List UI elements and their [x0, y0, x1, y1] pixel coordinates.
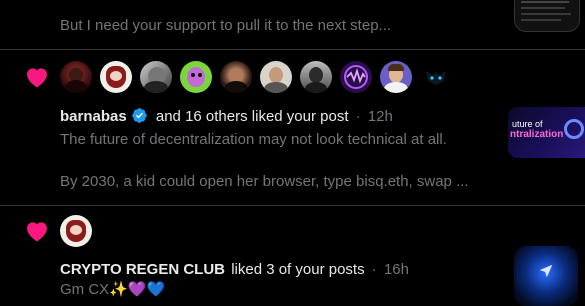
verified-badge-icon: [131, 108, 147, 123]
avatar[interactable]: [380, 61, 412, 93]
avatar[interactable]: [180, 61, 212, 93]
post-thumbnail[interactable]: [514, 0, 580, 32]
avatar[interactable]: [420, 61, 452, 93]
divider: [0, 49, 585, 50]
post-thumbnail[interactable]: uture of ntralization: [508, 107, 585, 158]
avatar[interactable]: [60, 215, 92, 247]
post-preview-text: But I need your support to pull it to th…: [60, 17, 392, 34]
notification-headline: barnabas and 16 others liked your post ·…: [60, 107, 393, 125]
post-text-line: By 2030, a kid could open her browser, t…: [60, 173, 469, 190]
avatar[interactable]: [140, 61, 172, 93]
heart-icon: [27, 222, 47, 242]
notification-headline: CRYPTO REGEN CLUB liked 3 of your posts …: [60, 261, 409, 278]
avatar[interactable]: [260, 61, 292, 93]
post-text-line: The future of decentralization may not l…: [60, 131, 447, 148]
post-text-line: Gm CX✨💜💙: [60, 281, 166, 298]
divider: [0, 205, 585, 206]
post-thumbnail[interactable]: [514, 246, 578, 306]
avatar[interactable]: [340, 61, 372, 93]
thumbnail-caption: ntralization: [510, 129, 564, 140]
avatar[interactable]: [100, 61, 132, 93]
timestamp: 12h: [367, 108, 393, 125]
avatar[interactable]: [300, 61, 332, 93]
action-text: liked 3 of your posts: [231, 261, 365, 278]
avatar[interactable]: [220, 61, 252, 93]
actor-name[interactable]: barnabas: [60, 108, 127, 125]
thumbnail-caption: uture of: [512, 119, 543, 129]
actor-name[interactable]: CRYPTO REGEN CLUB: [60, 261, 225, 278]
heart-icon: [27, 68, 47, 88]
timestamp: 16h: [383, 261, 409, 278]
separator: ·: [355, 108, 361, 125]
separator: ·: [371, 261, 377, 278]
action-text: and 16 others liked your post: [155, 108, 349, 125]
avatar[interactable]: [60, 61, 92, 93]
